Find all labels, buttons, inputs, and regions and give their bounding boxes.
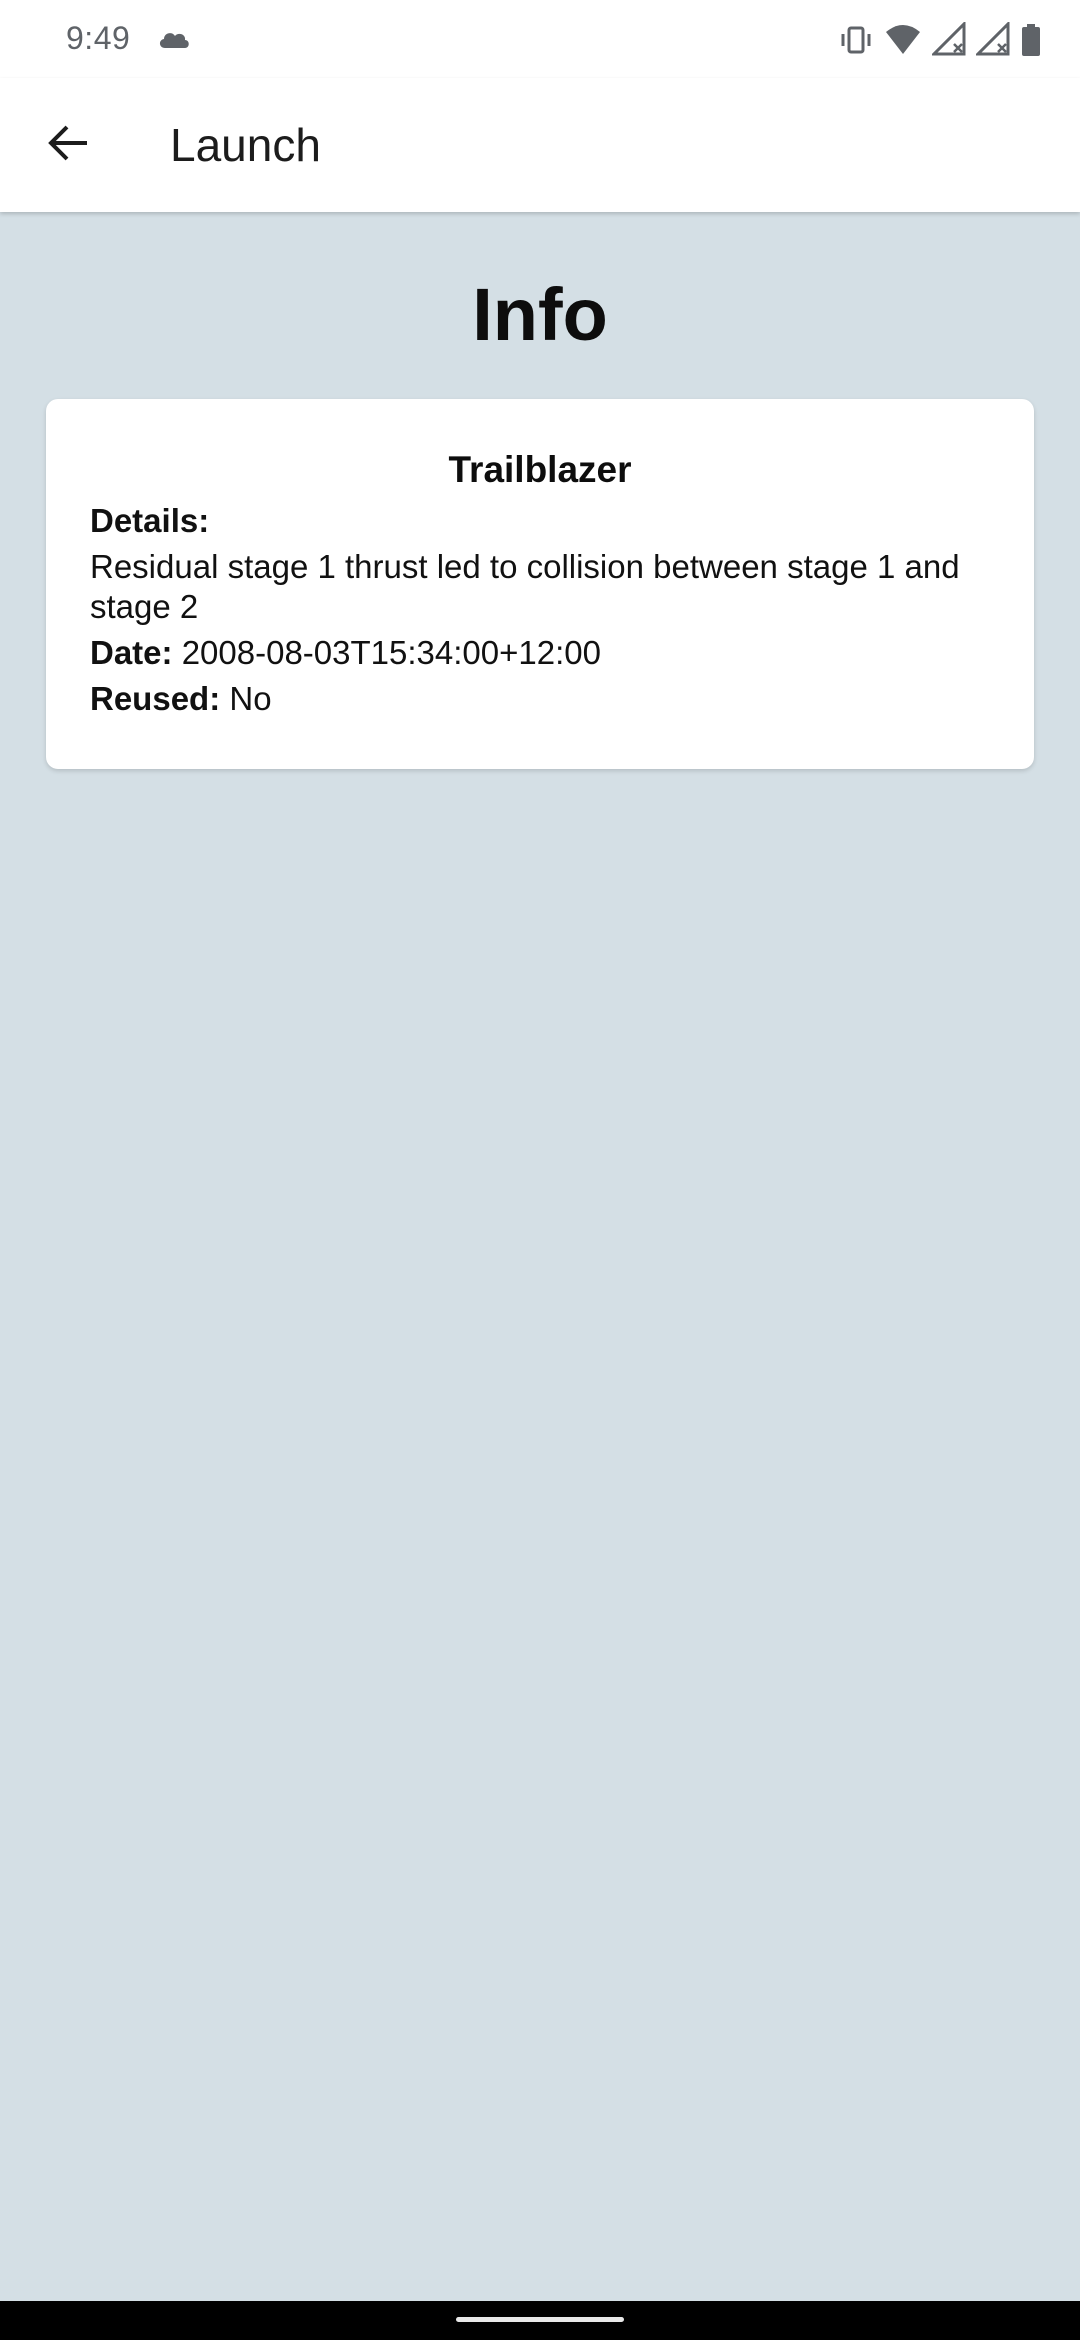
status-time: 9:49 bbox=[66, 20, 131, 56]
details-value: Residual stage 1 thrust led to collision… bbox=[90, 548, 960, 625]
page-title: Info bbox=[472, 273, 608, 356]
vibrate-icon bbox=[838, 22, 874, 58]
cloud-icon bbox=[156, 24, 192, 54]
back-button[interactable] bbox=[30, 106, 108, 184]
system-navigation-bar bbox=[0, 2301, 1080, 2340]
date-row: Date: 2008-08-03T15:34:00+12:00 bbox=[90, 633, 990, 673]
launch-info-card: Trailblazer Details: Residual stage 1 th… bbox=[46, 399, 1034, 769]
signal-no-service-icon bbox=[976, 22, 1010, 58]
date-value: 2008-08-03T15:34:00+12:00 bbox=[181, 634, 601, 671]
status-icons bbox=[838, 20, 1042, 60]
app-bar-title: Launch bbox=[170, 119, 321, 171]
status-bar: 9:49 bbox=[0, 0, 1080, 78]
reused-value: No bbox=[229, 680, 272, 717]
arrow-back-icon bbox=[47, 123, 91, 168]
date-label: Date: bbox=[90, 634, 182, 671]
details-row: Details: bbox=[90, 501, 990, 541]
wifi-icon bbox=[884, 22, 922, 58]
home-indicator[interactable] bbox=[456, 2317, 624, 2322]
signal-no-service-icon bbox=[932, 22, 966, 58]
battery-icon bbox=[1020, 22, 1042, 58]
reused-row: Reused: No bbox=[90, 679, 990, 719]
reused-label: Reused: bbox=[90, 680, 230, 717]
app-bar: Launch bbox=[0, 78, 1080, 212]
details-label: Details: bbox=[90, 502, 210, 539]
card-title: Trailblazer bbox=[448, 449, 632, 490]
